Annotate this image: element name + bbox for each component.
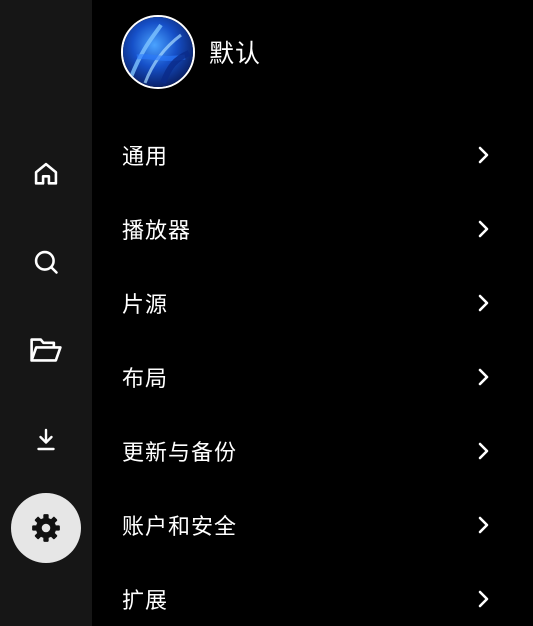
settings-item-general[interactable]: 通用 bbox=[92, 125, 533, 185]
chevron-right-icon bbox=[478, 442, 489, 460]
settings-item-sources[interactable]: 片源 bbox=[92, 273, 533, 333]
avatar bbox=[121, 15, 195, 89]
profile-name: 默认 bbox=[209, 39, 262, 68]
settings-item-label: 更新与备份 bbox=[122, 441, 238, 466]
sidebar-item-home[interactable] bbox=[11, 139, 81, 209]
search-icon bbox=[34, 250, 58, 274]
settings-item-label: 通用 bbox=[122, 145, 169, 170]
sidebar-nav bbox=[0, 0, 92, 626]
gear-icon bbox=[32, 514, 60, 542]
sidebar-item-downloads[interactable] bbox=[11, 405, 81, 475]
settings-item-account-security[interactable]: 账户和安全 bbox=[92, 495, 533, 555]
home-icon bbox=[34, 162, 58, 185]
settings-item-extensions[interactable]: 扩展 bbox=[92, 569, 533, 626]
chevron-right-icon bbox=[478, 146, 489, 164]
download-icon bbox=[37, 428, 55, 451]
settings-item-label: 播放器 bbox=[122, 219, 192, 244]
chevron-right-icon bbox=[478, 220, 489, 238]
chevron-right-icon bbox=[478, 294, 489, 312]
settings-item-label: 片源 bbox=[122, 293, 169, 318]
settings-item-layout[interactable]: 布局 bbox=[92, 347, 533, 407]
chevron-right-icon bbox=[478, 368, 489, 386]
settings-item-update-backup[interactable]: 更新与备份 bbox=[92, 421, 533, 481]
chevron-right-icon bbox=[478, 590, 489, 608]
settings-item-label: 扩展 bbox=[122, 589, 169, 614]
settings-item-label: 布局 bbox=[122, 367, 169, 392]
settings-screen: 默认 通用 播放器 片源 布局 更新与备份 账户和安全 扩展 bbox=[0, 0, 533, 626]
sidebar-item-files[interactable] bbox=[11, 315, 81, 385]
sidebar-item-settings[interactable] bbox=[11, 493, 81, 563]
settings-panel: 默认 通用 播放器 片源 布局 更新与备份 账户和安全 扩展 bbox=[92, 0, 533, 626]
settings-item-player[interactable]: 播放器 bbox=[92, 199, 533, 259]
folder-open-icon bbox=[30, 338, 62, 362]
settings-item-label: 账户和安全 bbox=[122, 515, 238, 540]
chevron-right-icon bbox=[478, 516, 489, 534]
sidebar-item-search[interactable] bbox=[11, 227, 81, 297]
profile-header[interactable]: 默认 bbox=[121, 15, 261, 89]
